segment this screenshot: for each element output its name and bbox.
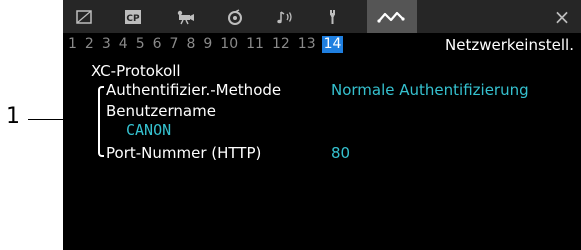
page-number[interactable]: 1 xyxy=(66,36,79,53)
page-number[interactable]: 2 xyxy=(83,36,96,53)
tab-audio[interactable] xyxy=(263,0,307,33)
tab-recording[interactable] xyxy=(163,0,207,33)
tab-custom-picture[interactable]: CP xyxy=(111,0,155,33)
page-number[interactable]: 11 xyxy=(244,36,266,53)
page-number[interactable]: 12 xyxy=(270,36,292,53)
settings-group-bracket xyxy=(98,86,104,157)
tab-camera-frame[interactable] xyxy=(63,0,105,33)
port-value[interactable]: 80 xyxy=(331,144,350,162)
username-label[interactable]: Benutzername xyxy=(106,102,216,120)
page-number[interactable]: 9 xyxy=(201,36,214,53)
auth-method-label[interactable]: Authentifizier.-Methode xyxy=(106,81,281,99)
tab-system[interactable] xyxy=(313,0,357,33)
callout-number: 1 xyxy=(6,104,20,129)
tab-network[interactable] xyxy=(367,0,417,33)
port-label[interactable]: Port-Nummer (HTTP) xyxy=(106,144,261,162)
movie-camera-icon xyxy=(175,9,195,25)
page-number[interactable]: 7 xyxy=(168,36,181,53)
page-number[interactable]: 10 xyxy=(218,36,240,53)
page-number-current[interactable]: 14 xyxy=(321,36,344,53)
page-number[interactable]: 6 xyxy=(151,36,164,53)
page-number[interactable]: 13 xyxy=(296,36,318,53)
tab-dial[interactable] xyxy=(213,0,257,33)
audio-icon xyxy=(276,9,294,25)
page-number[interactable]: 5 xyxy=(134,36,147,53)
camera-frame-icon xyxy=(76,9,92,24)
cp-icon: CP xyxy=(124,9,142,25)
wrench-icon xyxy=(327,9,343,25)
page-number[interactable]: 3 xyxy=(100,36,113,53)
page-number[interactable]: 4 xyxy=(117,36,130,53)
section-title: Netzwerkeinstell. xyxy=(445,36,574,54)
close-icon: × xyxy=(553,4,571,29)
username-value[interactable]: CANON xyxy=(126,121,171,139)
close-button[interactable]: × xyxy=(549,0,575,33)
cp-icon-label: CP xyxy=(126,14,140,24)
network-icon xyxy=(377,9,407,25)
page-numbers: 1 2 3 4 5 6 7 8 9 10 11 12 13 14 xyxy=(66,36,347,53)
protocol-title: XC-Protokoll xyxy=(91,62,181,80)
menu-screen: CP × 1 2 3 4 5 6 7 8 9 10 11 12 13 14 Ne… xyxy=(63,0,581,250)
auth-method-value[interactable]: Normale Authentifizierung xyxy=(331,81,529,99)
menu-tab-bar: CP × xyxy=(63,0,581,33)
page-indicator-bar: 1 2 3 4 5 6 7 8 9 10 11 12 13 14 Netzwerkeinstell. xyxy=(63,34,581,54)
dial-icon xyxy=(226,8,244,25)
page-number[interactable]: 8 xyxy=(184,36,197,53)
